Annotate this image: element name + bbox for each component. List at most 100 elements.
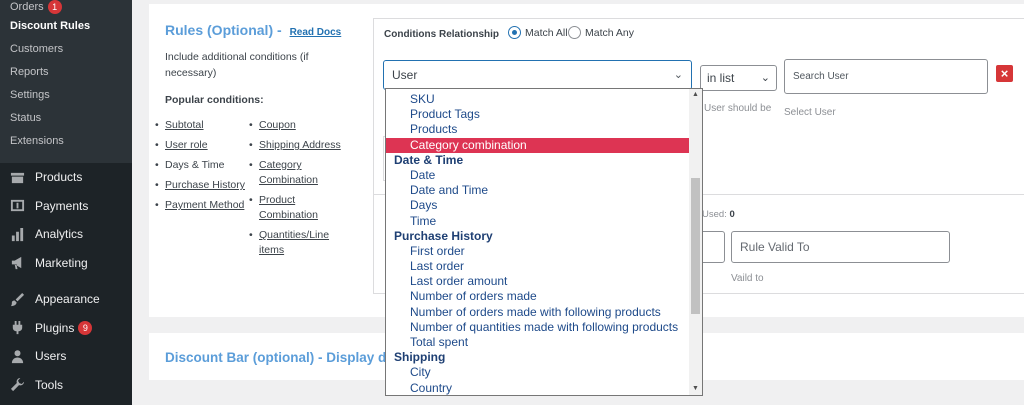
scrollbar-thumb[interactable] bbox=[691, 178, 700, 314]
dropdown-option[interactable]: Last order bbox=[386, 259, 691, 274]
read-docs-link[interactable]: Read Docs bbox=[290, 27, 342, 38]
condition-days-time[interactable]: Days & Time bbox=[165, 159, 225, 171]
popular-conditions-col1: Subtotal User role Days & Time Purchase … bbox=[155, 118, 255, 213]
appearance-icon bbox=[8, 291, 26, 307]
match-all-radio[interactable]: Match All bbox=[508, 26, 568, 39]
menu-tools-label: Tools bbox=[35, 377, 64, 392]
rules-title: Rules (Optional) - Read Docs bbox=[165, 22, 341, 38]
condition-link-subtotal[interactable]: Subtotal bbox=[165, 119, 204, 131]
menu-separator bbox=[0, 277, 132, 285]
operator-hint: User should be bbox=[704, 103, 772, 114]
submenu-customers[interactable]: Customers bbox=[0, 42, 132, 65]
condition-link-payment-method[interactable]: Payment Method bbox=[165, 199, 244, 211]
dropdown-option[interactable]: Product Tags bbox=[386, 107, 691, 122]
condition-type-dropdown[interactable]: SKU Product Tags Products Category combinat… bbox=[385, 88, 703, 396]
popular-conditions-col2: Coupon Shipping Address Category Combina… bbox=[249, 118, 359, 258]
condition-link-quantities-line-items[interactable]: Quantities/Line items bbox=[259, 229, 329, 256]
dropdown-option[interactable]: Date bbox=[386, 168, 691, 183]
menu-marketing[interactable]: Marketing bbox=[0, 249, 132, 278]
menu-appearance-label: Appearance bbox=[35, 292, 100, 307]
match-any-radio[interactable]: Match Any bbox=[568, 26, 634, 39]
dropdown-option[interactable]: Number of orders made bbox=[386, 289, 691, 304]
menu-plugins[interactable]: Plugins 9 bbox=[0, 314, 132, 343]
menu-products[interactable]: Products bbox=[0, 163, 132, 192]
match-all-radio-dot[interactable] bbox=[508, 26, 521, 39]
match-all-label: Match All bbox=[525, 26, 568, 39]
condition-type-value: User bbox=[392, 68, 418, 82]
dropdown-option[interactable]: Number of orders made with following pro… bbox=[386, 305, 691, 320]
dropdown-group-label: Purchase History bbox=[394, 228, 493, 243]
dropdown-option[interactable]: Products bbox=[386, 122, 691, 137]
condition-type-options: SKU Product Tags Products Category combinat… bbox=[386, 92, 691, 395]
menu-analytics-label: Analytics bbox=[35, 227, 84, 242]
woocommerce-submenu: Orders 1 Discount Rules Customers Reports… bbox=[0, 0, 132, 163]
dropdown-group-label: Shipping bbox=[394, 350, 446, 365]
orders-count-badge: 1 bbox=[47, 0, 62, 14]
analytics-icon bbox=[8, 226, 26, 242]
dropdown-group-label: Date & Time bbox=[394, 152, 464, 167]
menu-payments[interactable]: Payments bbox=[0, 192, 132, 221]
menu-analytics[interactable]: Analytics bbox=[0, 220, 132, 249]
rules-description: Include additional conditions (if necess… bbox=[165, 51, 309, 79]
payments-icon bbox=[8, 198, 26, 214]
rule-valid-to-input[interactable]: Rule Valid To bbox=[731, 231, 950, 263]
users-icon bbox=[8, 348, 26, 364]
condition-link-product-combination[interactable]: Product Combination bbox=[259, 194, 318, 221]
dropdown-option[interactable]: Category combination bbox=[386, 137, 691, 153]
dropdown-option[interactable]: City bbox=[386, 365, 691, 380]
menu-payments-label: Payments bbox=[35, 198, 89, 213]
condition-link-purchase-history[interactable]: Purchase History bbox=[165, 179, 245, 191]
submenu-orders[interactable]: Orders 1 bbox=[0, 0, 132, 19]
submenu-orders-label: Orders bbox=[10, 1, 44, 13]
search-user-input[interactable]: Search User bbox=[784, 59, 988, 94]
submenu-settings[interactable]: Settings bbox=[0, 88, 132, 111]
dropdown-option[interactable]: Total spent bbox=[386, 335, 691, 350]
discount-bar-title[interactable]: Discount Bar (optional) - Display d bbox=[165, 350, 386, 365]
scroll-up-arrow-icon[interactable]: ▲ bbox=[689, 89, 702, 101]
menu-users[interactable]: Users bbox=[0, 342, 132, 371]
match-any-radio-dot[interactable] bbox=[568, 26, 581, 39]
search-user-hint: Select User bbox=[784, 107, 836, 118]
remove-condition-button[interactable]: × bbox=[996, 65, 1013, 82]
usage-count-value: 0 bbox=[729, 209, 735, 220]
usage-count-label: Used: bbox=[702, 209, 727, 220]
menu-appearance[interactable]: Appearance bbox=[0, 285, 132, 314]
menu-products-label: Products bbox=[35, 170, 83, 185]
tools-icon bbox=[8, 377, 26, 393]
menu-marketing-label: Marketing bbox=[35, 255, 88, 270]
menu-users-label: Users bbox=[35, 349, 67, 364]
match-any-label: Match Any bbox=[585, 26, 635, 39]
dropdown-option[interactable]: First order bbox=[386, 244, 691, 259]
dropdown-option[interactable]: Days bbox=[386, 198, 691, 213]
scroll-down-arrow-icon[interactable]: ▼ bbox=[689, 383, 702, 395]
products-icon bbox=[8, 169, 26, 185]
condition-operator-select[interactable]: in list ⌄ bbox=[700, 65, 777, 91]
submenu-status[interactable]: Status bbox=[0, 111, 132, 134]
condition-operator-value: in list bbox=[707, 71, 735, 85]
condition-type-select[interactable]: User ⌄ bbox=[383, 60, 692, 90]
condition-link-shipping-address[interactable]: Shipping Address bbox=[259, 139, 341, 151]
condition-link-user-role[interactable]: User role bbox=[165, 139, 208, 151]
dropdown-option[interactable]: SKU bbox=[386, 92, 691, 107]
dropdown-option[interactable]: Time bbox=[386, 214, 691, 229]
menu-plugins-label: Plugins bbox=[35, 320, 75, 335]
condition-link-category-combination[interactable]: Category Combination bbox=[259, 159, 318, 186]
popular-conditions-label: Popular conditions: bbox=[165, 94, 264, 106]
condition-link-coupon[interactable]: Coupon bbox=[259, 119, 296, 131]
submenu-extensions[interactable]: Extensions bbox=[0, 134, 132, 157]
menu-tools[interactable]: Tools bbox=[0, 371, 132, 400]
dropdown-option[interactable]: Number of quantities made with following… bbox=[386, 320, 691, 335]
admin-sidebar: Orders 1 Discount Rules Customers Reports… bbox=[0, 0, 132, 405]
plugins-update-badge: 9 bbox=[78, 320, 93, 335]
submenu-discount-rules[interactable]: Discount Rules bbox=[0, 19, 132, 42]
dropdown-option[interactable]: Date and Time bbox=[386, 183, 691, 198]
submenu-reports[interactable]: Reports bbox=[0, 65, 132, 88]
dropdown-option[interactable]: Last order amount bbox=[386, 274, 691, 289]
dropdown-option[interactable]: Country bbox=[386, 381, 691, 395]
valid-to-hint: Vaild to bbox=[731, 273, 764, 284]
dropdown-scrollbar[interactable]: ▲ ▼ bbox=[689, 89, 702, 395]
usage-count: Used: 0 bbox=[702, 209, 735, 220]
rules-title-text: Rules (Optional) - bbox=[165, 22, 282, 38]
marketing-icon bbox=[8, 255, 26, 271]
chevron-down-icon: ⌄ bbox=[760, 72, 770, 84]
